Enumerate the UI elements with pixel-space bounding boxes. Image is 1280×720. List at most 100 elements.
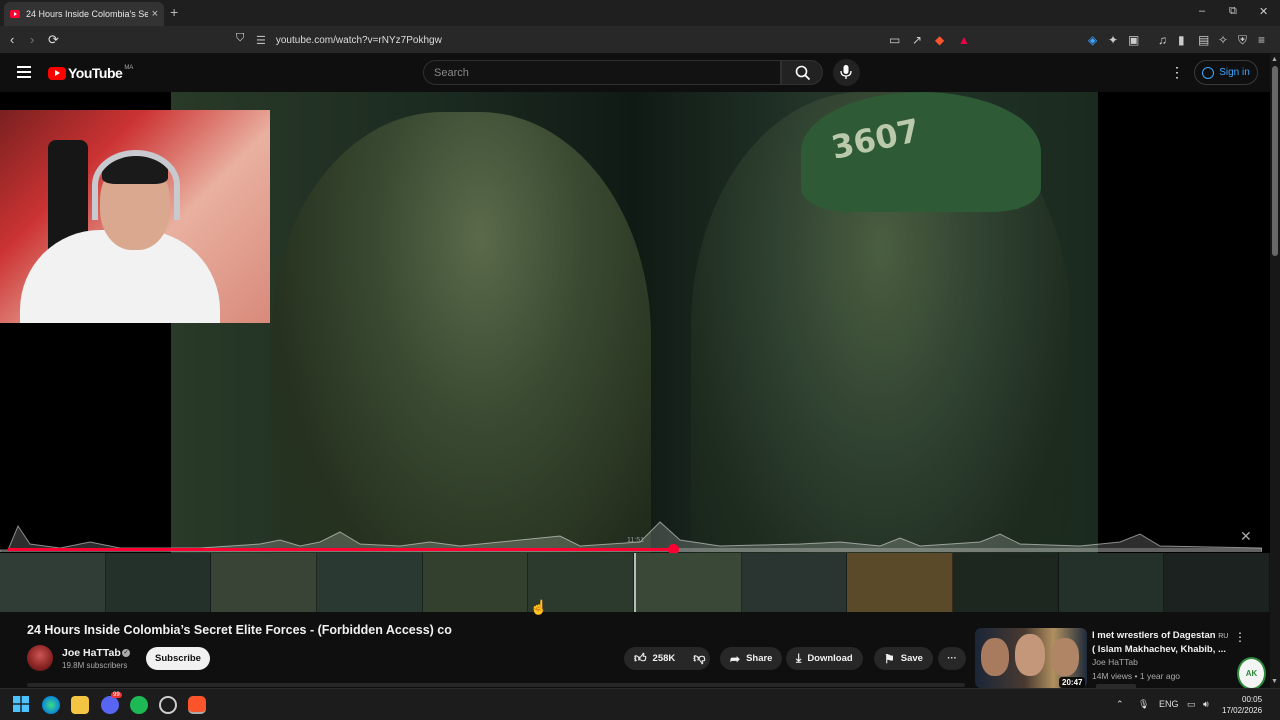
brave-rewards-icon[interactable]: ▲: [958, 33, 970, 47]
recommended-more-icon[interactable]: ⋮: [1234, 630, 1246, 644]
youtube-favicon-icon: [10, 10, 20, 18]
share-label: Share: [746, 653, 773, 664]
address-bar[interactable]: ☰ youtube.com/watch?v=rNYz7Pokhgw: [256, 29, 976, 51]
extensions-icon[interactable]: ✦: [1108, 33, 1118, 47]
wallet-icon[interactable]: ▤: [1198, 33, 1209, 47]
like-dislike-group: 👍︎ 258K 👎︎: [624, 647, 710, 670]
tab-title: 24 Hours Inside Colombia's Secret: [26, 9, 148, 19]
back-icon[interactable]: ‹: [10, 32, 14, 47]
most-replayed-heatmap: [0, 521, 1262, 552]
windows-start-icon[interactable]: [13, 696, 31, 714]
browser-tab[interactable]: 24 Hours Inside Colombia's Secret ×: [4, 2, 164, 26]
youtube-header: YouTube MA Search ⋮ Sign in: [0, 54, 1270, 92]
thumbs-up-icon[interactable]: 👍︎: [634, 651, 647, 666]
language-indicator[interactable]: ENG: [1159, 699, 1179, 709]
recommended-channel-name[interactable]: Joe HaTTab: [1092, 657, 1138, 667]
brave-shields-icon[interactable]: ◆: [935, 33, 944, 47]
restore-button[interactable]: ⧉: [1229, 5, 1237, 18]
sign-in-label: Sign in: [1219, 67, 1250, 78]
headphones-icon: [92, 150, 180, 220]
subscriber-count: 19.8M subscribers: [62, 661, 128, 670]
vpn-icon[interactable]: ⛨: [1238, 33, 1247, 48]
scrollbar-thumb[interactable]: [1272, 66, 1278, 256]
microphone-icon: [840, 65, 852, 79]
save-button[interactable]: ⚑ Save: [874, 647, 933, 670]
edge-icon[interactable]: [42, 696, 60, 714]
forward-icon[interactable]: ›: [30, 32, 34, 47]
recommended-video-title[interactable]: I met wrestlers of Dagestan RU ( Islam M…: [1092, 629, 1232, 656]
share-button[interactable]: ➦ Share: [720, 647, 783, 670]
clock-date: 17/02/2026: [1222, 706, 1263, 715]
minimize-button[interactable]: –: [1199, 5, 1205, 17]
subscribe-button[interactable]: Subscribe: [146, 647, 210, 670]
discord-badge: 99: [111, 692, 122, 698]
tab-search-icon[interactable]: ▣: [1128, 33, 1139, 47]
channel-avatar[interactable]: [27, 645, 53, 671]
hamburger-menu-icon[interactable]: [17, 66, 31, 81]
streamer: [20, 150, 220, 323]
media-icon[interactable]: ♫: [1158, 33, 1167, 47]
file-explorer-icon[interactable]: [71, 696, 89, 714]
close-window-button[interactable]: ✕: [1259, 5, 1268, 18]
url-text: youtube.com/watch?v=rNYz7Pokhgw: [275, 34, 442, 46]
video-title: 24 Hours Inside Colombia’s Secret Elite …: [27, 623, 452, 637]
discord-icon[interactable]: 99: [101, 692, 122, 714]
save-icon: ⚑: [884, 651, 895, 666]
video-player[interactable]: 3607 11:51 ✕: [0, 92, 1270, 612]
browser-menu-icon[interactable]: ≡: [1258, 33, 1265, 47]
settings-more-icon[interactable]: ⋮: [1170, 64, 1184, 81]
share-page-icon[interactable]: ↗: [912, 33, 922, 47]
download-icon: ⤓: [796, 651, 802, 665]
channel-name[interactable]: Joe HaTTab: [62, 647, 121, 659]
youtube-play-icon: [48, 66, 66, 80]
download-button[interactable]: ⤓ Download: [786, 647, 863, 670]
reload-icon[interactable]: ⟳: [48, 32, 59, 48]
youtube-logo[interactable]: YouTube MA: [48, 65, 133, 81]
country-code: MA: [124, 65, 134, 71]
video-duration: 20:47: [1059, 677, 1086, 688]
sidebar-icon[interactable]: ▮: [1178, 33, 1185, 47]
network-icon[interactable]: ▭: [1187, 699, 1196, 710]
share-icon: ➦: [730, 651, 741, 666]
cast-icon[interactable]: ▭: [889, 33, 900, 47]
browser-nav-bar: ‹ › ⟳ ⛉ ☰ youtube.com/watch?v=rNYz7Pokhg…: [0, 26, 1280, 54]
search-button[interactable]: [781, 60, 823, 85]
obs-icon[interactable]: [159, 696, 177, 714]
verified-icon: ✓: [122, 649, 130, 657]
volume-icon[interactable]: 🔊︎: [1203, 699, 1209, 710]
leo-ai-icon[interactable]: ✧: [1218, 33, 1228, 47]
browser-tab-bar: 24 Hours Inside Colombia's Secret × + – …: [0, 0, 1280, 26]
tray-overflow-icon[interactable]: ⌃: [1116, 699, 1124, 710]
site-settings-icon[interactable]: ☰: [256, 34, 266, 47]
progress-fill: [8, 548, 673, 551]
windows-taskbar: 99 ⌃ 🎙︎ ENG ▭ 🔊︎ 00:05 17/02/2026: [0, 688, 1280, 720]
clock-time: 00:05: [1242, 695, 1263, 704]
description-box[interactable]: [27, 683, 965, 687]
translate-icon[interactable]: ◈: [1088, 33, 1097, 47]
storyboard-thumbnails: [0, 553, 1270, 612]
save-label: Save: [900, 653, 923, 664]
heatmap-time-label: 11:51: [627, 537, 644, 544]
search-icon: [795, 65, 811, 81]
thumbs-down-icon[interactable]: 👎︎: [693, 651, 705, 666]
sign-in-button[interactable]: Sign in: [1194, 60, 1258, 85]
more-actions-button[interactable]: ···: [938, 647, 966, 670]
recommended-video-meta: 14M views • 1 year ago: [1092, 671, 1181, 681]
bookmark-icon[interactable]: ⛉: [236, 32, 244, 45]
close-heatmap-icon[interactable]: ✕: [1240, 528, 1252, 545]
tab-close-icon[interactable]: ×: [152, 8, 158, 20]
like-count[interactable]: 258K: [653, 653, 676, 664]
taskbar-clock[interactable]: 00:05 17/02/2026: [1222, 694, 1262, 716]
brave-taskbar-icon[interactable]: [188, 696, 206, 714]
spotify-icon[interactable]: [130, 696, 148, 714]
voice-search-button[interactable]: [833, 59, 860, 86]
account-icon: [1202, 66, 1215, 79]
streamer-webcam-overlay: [0, 110, 270, 323]
scroll-down-icon[interactable]: ▼: [1271, 678, 1278, 685]
new-tab-button[interactable]: +: [170, 4, 178, 20]
download-label: Download: [807, 653, 853, 664]
youtube-wordmark: YouTube: [68, 65, 123, 81]
scroll-up-icon[interactable]: ▲: [1271, 56, 1278, 63]
search-input[interactable]: Search: [423, 60, 781, 85]
microphone-tray-icon[interactable]: 🎙︎: [1138, 699, 1149, 710]
